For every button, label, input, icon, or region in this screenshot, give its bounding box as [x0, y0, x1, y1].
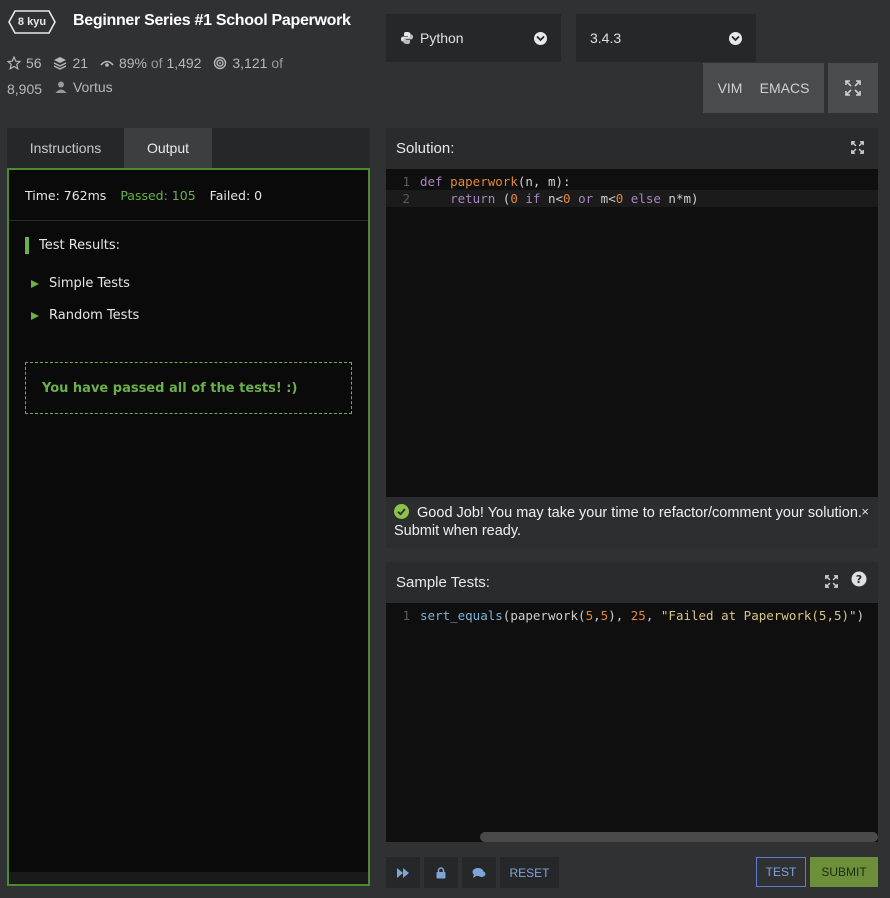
output-summary: Time: 762ms Passed: 105 Failed: 0 [9, 170, 368, 221]
attempts-stat: 8,905 [7, 81, 43, 97]
kata-stats: 56 21 89% of 1,492 3,121 of 8,905 Vortus [7, 52, 307, 100]
toast-message: Good Job! You may take your time to refa… [394, 505, 862, 539]
expand-triangle-icon [31, 279, 39, 288]
vim-button[interactable]: VIM [718, 80, 743, 96]
sample-tests-editor[interactable]: 1 sert_equals (paperwork(5, 5), 25, "Failed… [386, 603, 878, 624]
collections-stat[interactable]: 21 [53, 52, 88, 74]
keymap-toggle: VIM EMACS [703, 63, 824, 113]
kyu-badge: 8 kyu [8, 10, 56, 34]
test-results-heading: Test Results: [25, 237, 120, 254]
svg-text:?: ? [856, 573, 862, 586]
reset-button[interactable]: RESET [500, 857, 559, 888]
author-link[interactable]: Vortus [54, 76, 113, 98]
version-value: 3.4.3 [590, 30, 622, 46]
passed-message: You have passed all of the tests! :) [25, 362, 352, 414]
chevron-down-icon [534, 32, 547, 45]
unlock-solutions-button[interactable] [424, 857, 458, 888]
fullscreen-button[interactable] [828, 63, 878, 113]
sample-tests-panel: Sample Tests: ? 1 sert_equals (paperwork(5… [386, 562, 878, 842]
close-icon[interactable]: × [861, 503, 869, 521]
failed-stat: Failed: 0 [209, 187, 263, 203]
completed-stat: 3,121 of [213, 52, 283, 74]
test-button[interactable]: TEST [756, 857, 806, 887]
code-line: 1 sert_equals (paperwork(5, 5), 25, "Failed… [402, 608, 865, 623]
kyu-label: 8 kyu [17, 16, 47, 28]
submit-button[interactable]: SUBMIT [810, 857, 878, 887]
test-group-random[interactable]: Random Tests [31, 308, 139, 323]
solution-editor[interactable]: 1 def paperwork (n, m): 2 return (0 if n< 0… [386, 169, 878, 207]
code-line: 2 return (0 if n< 0 or m< 0 else n*m) [386, 190, 878, 207]
horizontal-scrollbar[interactable] [480, 832, 878, 842]
expand-triangle-icon [31, 311, 39, 320]
version-select[interactable]: 3.4.3 [576, 14, 756, 62]
help-icon[interactable]: ? [851, 571, 867, 587]
check-circle-icon [394, 504, 409, 519]
solution-panel: Solution: 1 def paperwork (n, m): 2 return… [386, 128, 878, 548]
solution-title: Solution: [396, 140, 455, 157]
language-select[interactable]: Python [386, 14, 561, 62]
star-icon [7, 56, 21, 70]
expand-icon[interactable] [825, 575, 838, 588]
target-icon [214, 56, 227, 70]
python-icon [401, 32, 413, 44]
discuss-button[interactable] [462, 857, 496, 888]
emacs-button[interactable]: EMACS [760, 80, 810, 96]
user-icon [55, 81, 67, 93]
skip-button[interactable] [386, 857, 420, 888]
stars-stat[interactable]: 56 [7, 52, 42, 74]
lock-icon [436, 866, 446, 878]
expand-icon [845, 80, 861, 96]
kata-title: Beginner Series #1 School Paperwork [73, 12, 351, 29]
expand-icon[interactable] [851, 141, 864, 154]
comments-icon [472, 867, 486, 878]
passed-stat: Passed: 105 [120, 187, 196, 203]
tab-instructions[interactable]: Instructions [7, 128, 124, 168]
test-group-simple[interactable]: Simple Tests [31, 276, 130, 291]
sample-tests-title: Sample Tests: [396, 574, 490, 591]
rating-icon [100, 60, 114, 67]
chevron-down-icon [729, 32, 742, 45]
time-stat: Time: 762ms [25, 187, 107, 203]
solution-header: Solution: [386, 128, 878, 169]
left-tabs: Instructions Output [7, 128, 370, 168]
sample-tests-header: Sample Tests: ? [386, 562, 878, 603]
satisfaction-stat: 89% of 1,492 [100, 52, 201, 74]
tab-output[interactable]: Output [124, 128, 212, 168]
language-value: Python [420, 30, 464, 46]
output-panel: Time: 762ms Passed: 105 Failed: 0 Test R… [7, 168, 370, 886]
fast-forward-icon [397, 867, 409, 878]
stack-icon [54, 57, 67, 70]
code-line: 1 def paperwork (n, m): [402, 174, 571, 189]
output-scrollbar[interactable] [9, 872, 368, 884]
success-toast: Good Job! You may take your time to refa… [386, 497, 878, 548]
